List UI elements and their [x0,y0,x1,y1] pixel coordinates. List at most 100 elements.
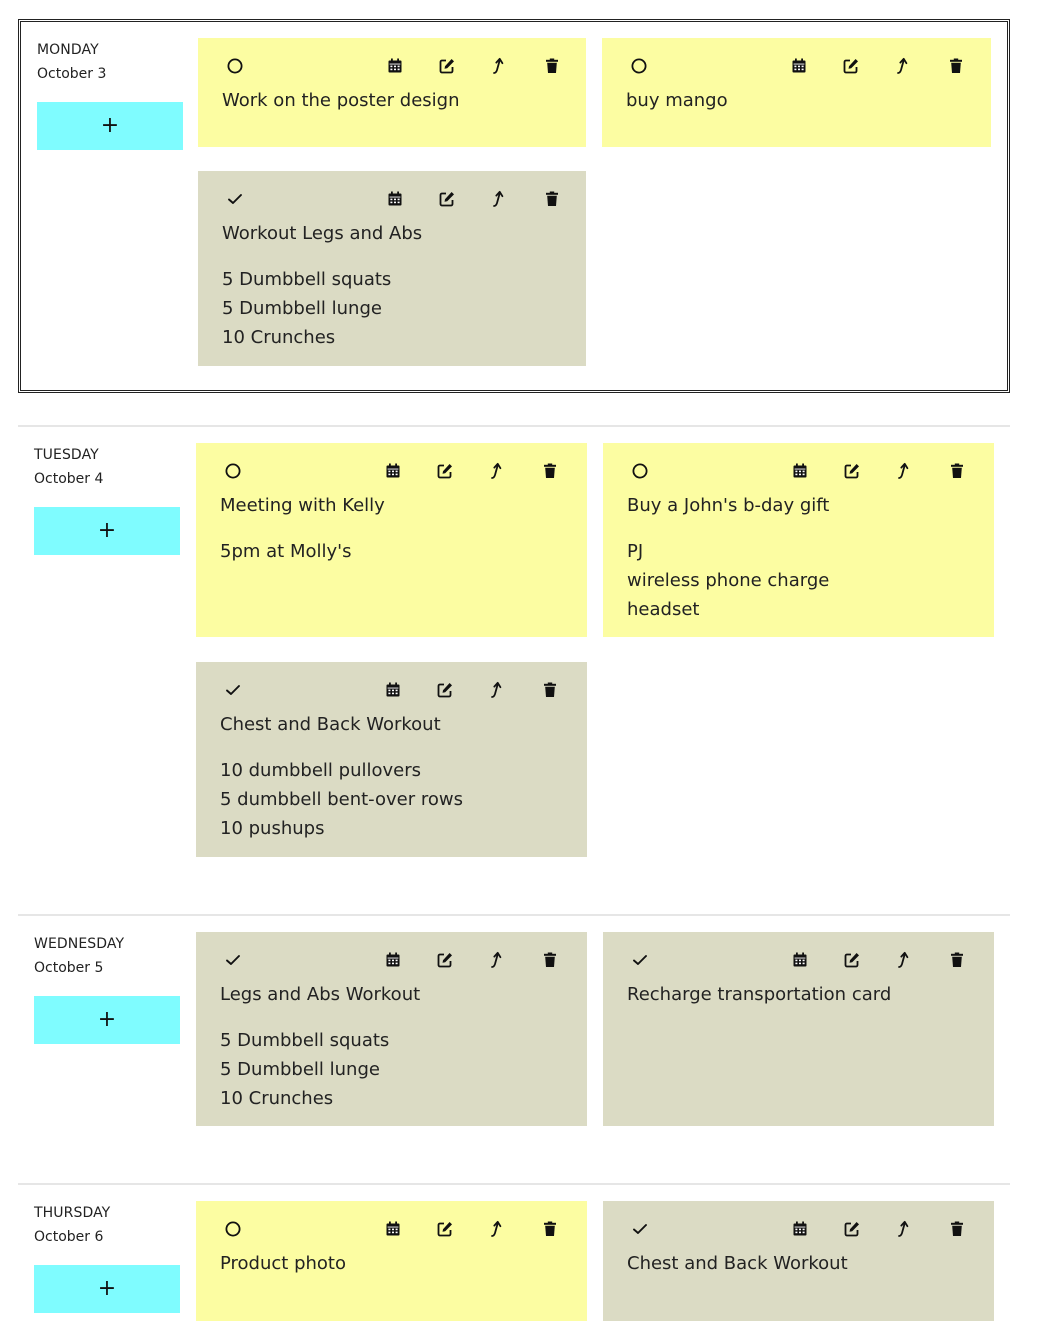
calendar-icon[interactable] [384,951,402,969]
edit-icon[interactable] [843,462,861,480]
note-toolbar [222,188,562,210]
calendar-icon[interactable] [386,57,404,75]
move-up-icon[interactable] [490,57,508,75]
calendar-icon[interactable] [386,190,404,208]
calendar-icon[interactable] [790,57,808,75]
add-note-button[interactable]: + [37,102,183,150]
day-date: October 3 [37,66,107,82]
day-weekday: TUESDAY [34,447,99,463]
trash-icon[interactable] [541,951,559,969]
note-body: 5 Dumbbell squats 5 Dumbbell lunge 10 Crun… [222,265,562,352]
note-card[interactable]: Chest and Back Workout [603,1201,994,1321]
edit-icon[interactable] [438,57,456,75]
note-toolbar [627,1218,970,1240]
note-title: Workout Legs and Abs [222,223,423,244]
note-line: wireless phone charge [627,570,830,591]
note-card[interactable]: Meeting with Kelly 5pm at Molly's [196,443,587,637]
note-title: Meeting with Kelly [220,495,385,516]
note-line: 10 dumbbell pullovers [220,760,421,781]
add-note-button[interactable]: + [34,507,180,555]
edit-icon[interactable] [843,951,861,969]
trash-icon[interactable] [947,57,965,75]
day-divider [18,914,1010,916]
note-line: 10 Crunches [222,327,336,348]
check-icon[interactable] [224,681,242,699]
note-toolbar [627,949,970,971]
note-toolbar [222,55,562,77]
day-date: October 4 [34,471,104,487]
circle-icon[interactable] [630,57,648,75]
edit-icon[interactable] [436,951,454,969]
calendar-icon[interactable] [384,681,402,699]
check-icon[interactable] [226,190,244,208]
calendar-icon[interactable] [791,951,809,969]
note-title: Chest and Back Workout [627,1253,848,1274]
edit-icon[interactable] [438,190,456,208]
note-title: buy mango [626,90,728,111]
note-title: Product photo [220,1253,346,1274]
note-card[interactable]: Product photo [196,1201,587,1321]
circle-icon[interactable] [224,1220,242,1238]
note-card[interactable]: Buy a John's b-day gift PJ wireless phone … [603,443,994,637]
calendar-icon[interactable] [384,1220,402,1238]
trash-icon[interactable] [541,681,559,699]
trash-icon[interactable] [948,462,966,480]
move-up-icon[interactable] [488,462,506,480]
edit-icon[interactable] [843,1220,861,1238]
trash-icon[interactable] [948,951,966,969]
check-icon[interactable] [631,1220,649,1238]
day-header: MONDAY October 3 [37,40,106,84]
move-up-icon[interactable] [895,1220,913,1238]
trash-icon[interactable] [948,1220,966,1238]
note-card[interactable]: Work on the poster design [198,38,586,147]
trash-icon[interactable] [541,1220,559,1238]
edit-icon[interactable] [436,462,454,480]
note-title: Buy a John's b-day gift [627,495,830,516]
note-card[interactable]: Recharge transportation card [603,932,994,1126]
trash-icon[interactable] [543,57,561,75]
circle-icon[interactable] [631,462,649,480]
note-card[interactable]: Workout Legs and Abs 5 Dumbbell squats 5 D… [198,171,586,366]
day-date: October 6 [34,1229,104,1245]
note-body: PJ wireless phone charge headset [627,537,970,624]
note-card[interactable]: Legs and Abs Workout 5 Dumbbell squats 5 D… [196,932,587,1126]
trash-icon[interactable] [543,190,561,208]
note-line: 5 dumbbell bent-over rows [220,789,463,810]
note-toolbar [220,460,563,482]
circle-icon[interactable] [224,462,242,480]
edit-icon[interactable] [436,681,454,699]
day-header: THURSDAY October 6 [34,1203,110,1247]
day-weekday: MONDAY [37,42,99,58]
calendar-icon[interactable] [791,1220,809,1238]
calendar-icon[interactable] [384,462,402,480]
note-card[interactable]: buy mango [602,38,991,147]
trash-icon[interactable] [541,462,559,480]
move-up-icon[interactable] [488,951,506,969]
check-icon[interactable] [224,951,242,969]
edit-icon[interactable] [436,1220,454,1238]
note-body: 10 dumbbell pullovers 5 dumbbell bent-ove… [220,756,563,843]
edit-icon[interactable] [842,57,860,75]
move-up-icon[interactable] [490,190,508,208]
move-up-icon[interactable] [894,57,912,75]
move-up-icon[interactable] [895,462,913,480]
move-up-icon[interactable] [895,951,913,969]
day-header: WEDNESDAY October 5 [34,934,124,978]
note-line: 5 Dumbbell lunge [220,1059,380,1080]
note-line: 5 Dumbbell lunge [222,298,382,319]
move-up-icon[interactable] [488,681,506,699]
calendar-icon[interactable] [791,462,809,480]
note-title: Chest and Back Workout [220,714,441,735]
note-line: 5 Dumbbell squats [220,1030,390,1051]
note-card[interactable]: Chest and Back Workout 10 dumbbell pullov… [196,662,587,857]
check-icon[interactable] [631,951,649,969]
note-toolbar [220,949,563,971]
move-up-icon[interactable] [488,1220,506,1238]
add-note-button[interactable]: + [34,996,180,1044]
note-line: PJ [627,541,644,562]
day-weekday: THURSDAY [34,1205,111,1221]
note-line: headset [627,599,700,620]
note-line: 5pm at Molly's [220,541,352,562]
circle-icon[interactable] [226,57,244,75]
add-note-button[interactable]: + [34,1265,180,1313]
